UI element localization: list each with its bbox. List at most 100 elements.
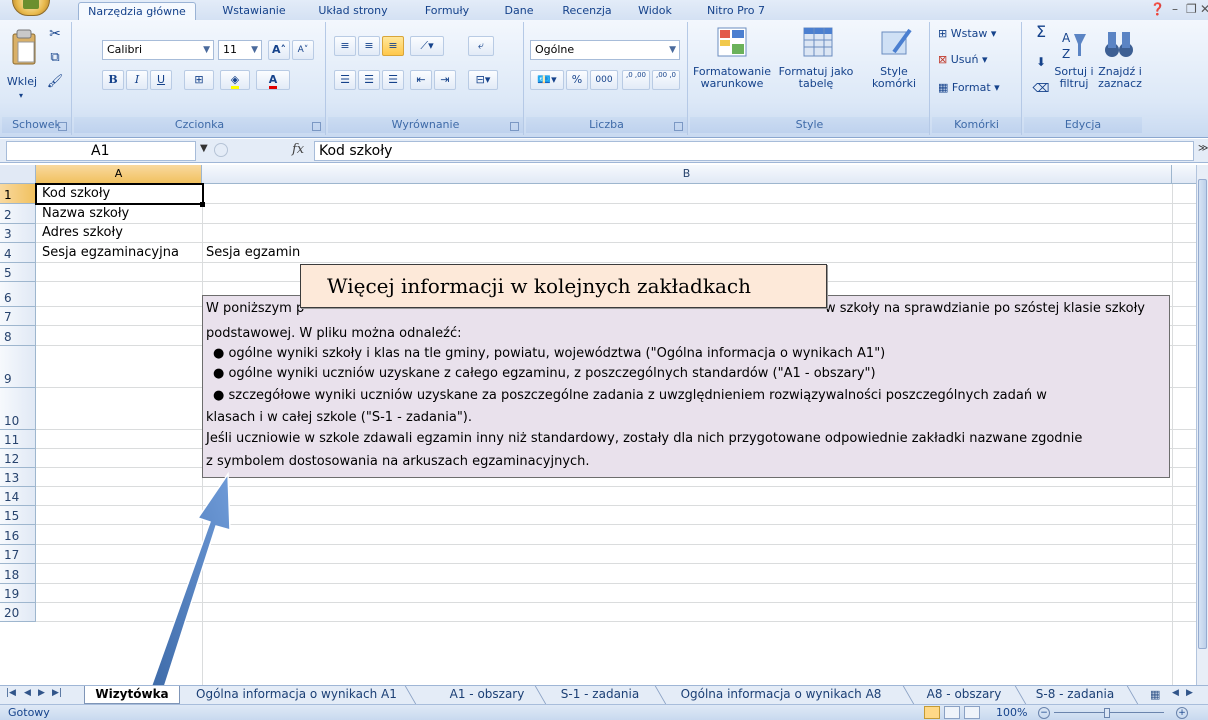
callout-box[interactable]: Więcej informacji w kolejnych zakładkach (300, 264, 827, 308)
grow-font-button[interactable]: A˄ (268, 40, 290, 60)
row-header[interactable]: 16 (0, 525, 36, 545)
cell-b4[interactable]: Sesja egzamin (206, 245, 300, 260)
sheet-tab-ogolna-a1[interactable]: Ogólna informacja o wynikach A1 (196, 686, 397, 704)
bold-button[interactable]: B (102, 70, 124, 90)
row-header[interactable]: 5 (0, 263, 36, 282)
row-header[interactable]: 2 (0, 204, 36, 224)
normal-view-icon[interactable] (924, 706, 940, 719)
tab-home[interactable]: Narzędzia główne (78, 2, 196, 21)
percent-button[interactable]: % (566, 70, 588, 90)
conditional-formatting-icon[interactable] (716, 26, 748, 58)
fill-color-button[interactable]: ◈ (220, 70, 250, 90)
clipboard-launcher-icon[interactable] (58, 122, 67, 131)
zoom-level[interactable]: 100% (996, 706, 1027, 719)
tab-insert[interactable]: Wstawianie (210, 2, 298, 20)
row-header[interactable]: 20 (0, 603, 36, 622)
first-sheet-icon[interactable]: |◀ (6, 688, 16, 698)
row-header[interactable]: 7 (0, 307, 36, 326)
clear-icon[interactable]: ⌫ (1030, 82, 1052, 94)
vertical-scrollbar[interactable] (1196, 165, 1208, 685)
borders-button[interactable]: ⊞ (184, 70, 214, 90)
prev-sheet-icon[interactable]: ◀ (24, 688, 31, 698)
sheet-tab-wizytowka[interactable]: Wizytówka (84, 686, 180, 704)
format-cells-button[interactable]: ▦ Format ▾ (938, 82, 1018, 94)
find-select-button[interactable]: Znajdź i zaznacz (1096, 66, 1144, 90)
info-text-box[interactable]: W poniższym p w szkoły na sprawdzianie p… (202, 295, 1170, 478)
alignment-launcher-icon[interactable] (510, 122, 519, 131)
align-middle-button[interactable]: ≡ (358, 36, 380, 56)
font-launcher-icon[interactable] (312, 122, 321, 131)
row-header[interactable]: 18 (0, 564, 36, 584)
sheet-tab-a8-obszary[interactable]: A8 - obszary (918, 686, 1010, 704)
format-as-table-button[interactable]: Formatuj jako tabelę (776, 66, 856, 90)
format-as-table-icon[interactable] (802, 26, 834, 58)
align-top-button[interactable]: ≡ (334, 36, 356, 56)
tab-scroll-left-icon[interactable]: ◀ (1172, 688, 1179, 698)
row-header[interactable]: 8 (0, 326, 36, 346)
next-sheet-icon[interactable]: ▶ (38, 688, 45, 698)
cell-a2[interactable]: Nazwa szkoły (42, 206, 129, 221)
insert-cells-button[interactable]: ⊞ Wstaw ▾ (938, 28, 1018, 40)
tab-formulas[interactable]: Formuły (416, 2, 478, 20)
autosum-button[interactable]: Σ (1030, 24, 1052, 40)
scrollbar-thumb[interactable] (1198, 179, 1207, 649)
tab-scroll-right-icon[interactable]: ▶ (1186, 688, 1193, 698)
tab-view[interactable]: Widok (630, 2, 680, 20)
page-break-view-icon[interactable] (964, 706, 980, 719)
italic-button[interactable]: I (126, 70, 148, 90)
number-format-combo[interactable]: Ogólne ▼ (530, 40, 680, 60)
paste-icon[interactable] (10, 28, 38, 68)
restore-icon[interactable]: ❐ (1186, 2, 1197, 16)
align-center-button[interactable]: ☰ (358, 70, 380, 90)
name-box-dropdown-icon[interactable]: ▼ (200, 143, 208, 154)
number-launcher-icon[interactable] (674, 122, 683, 131)
row-header[interactable]: 14 (0, 487, 36, 506)
copy-icon[interactable]: ⧉ (46, 51, 64, 64)
format-painter-icon[interactable]: 🖌 (46, 75, 64, 88)
wrap-text-button[interactable]: ⤶ (468, 36, 494, 56)
increase-decimal-button[interactable]: ,0 ,00 (622, 70, 650, 90)
row-header[interactable]: 10 (0, 388, 36, 430)
sort-filter-icon[interactable]: A Z (1060, 28, 1086, 62)
row-header[interactable]: 6 (0, 282, 36, 307)
zoom-slider-thumb[interactable] (1104, 708, 1110, 718)
column-header-next[interactable] (1172, 165, 1196, 184)
expand-formula-icon[interactable]: ≫ (1198, 143, 1208, 154)
tab-nitro[interactable]: Nitro Pro 7 (696, 2, 776, 20)
insert-function-icon[interactable]: fx (292, 142, 304, 157)
row-header[interactable]: 1 (0, 184, 36, 204)
binoculars-icon[interactable] (1104, 28, 1134, 60)
paste-button[interactable]: Wklej (4, 76, 40, 88)
sheet-tab-a1-obszary[interactable]: A1 - obszary (440, 686, 534, 704)
minimize-icon[interactable]: – (1172, 2, 1178, 16)
decrease-decimal-button[interactable]: ,00 ,0 (652, 70, 680, 90)
close-icon[interactable]: ✕ (1200, 2, 1208, 16)
formula-input[interactable]: Kod szkoły (314, 141, 1194, 161)
row-header[interactable]: 4 (0, 243, 36, 263)
fill-handle[interactable] (200, 202, 205, 207)
currency-button[interactable]: 💶▾ (530, 70, 564, 90)
row-header[interactable]: 15 (0, 506, 36, 525)
row-header[interactable]: 11 (0, 430, 36, 449)
font-name-combo[interactable]: Calibri ▼ (102, 40, 214, 60)
row-header[interactable]: 17 (0, 545, 36, 564)
zoom-in-icon[interactable]: + (1176, 707, 1188, 719)
fill-icon[interactable]: ⬇ (1030, 56, 1052, 68)
cell-a4[interactable]: Sesja egzaminacyjna (42, 245, 179, 260)
row-header[interactable]: 13 (0, 468, 36, 487)
paste-dropdown-icon[interactable]: ▾ (16, 90, 26, 102)
sheet-tab-s1-zadania[interactable]: S-1 - zadania (550, 686, 650, 704)
cell-styles-button[interactable]: Style komórki (858, 66, 930, 90)
font-color-button[interactable]: A (256, 70, 290, 90)
orientation-button[interactable]: ⟋▾ (410, 36, 444, 56)
row-header[interactable]: 19 (0, 584, 36, 603)
name-box[interactable]: A1 (6, 141, 196, 161)
select-all-corner[interactable] (0, 165, 36, 184)
shrink-font-button[interactable]: A˅ (292, 40, 314, 60)
underline-button[interactable]: U (150, 70, 172, 90)
column-header-a[interactable]: A (36, 165, 202, 184)
page-layout-view-icon[interactable] (944, 706, 960, 719)
align-bottom-button[interactable]: ≡ (382, 36, 404, 56)
sheet-tab-s8-zadania[interactable]: S-8 - zadania (1026, 686, 1124, 704)
zoom-out-icon[interactable]: − (1038, 707, 1050, 719)
